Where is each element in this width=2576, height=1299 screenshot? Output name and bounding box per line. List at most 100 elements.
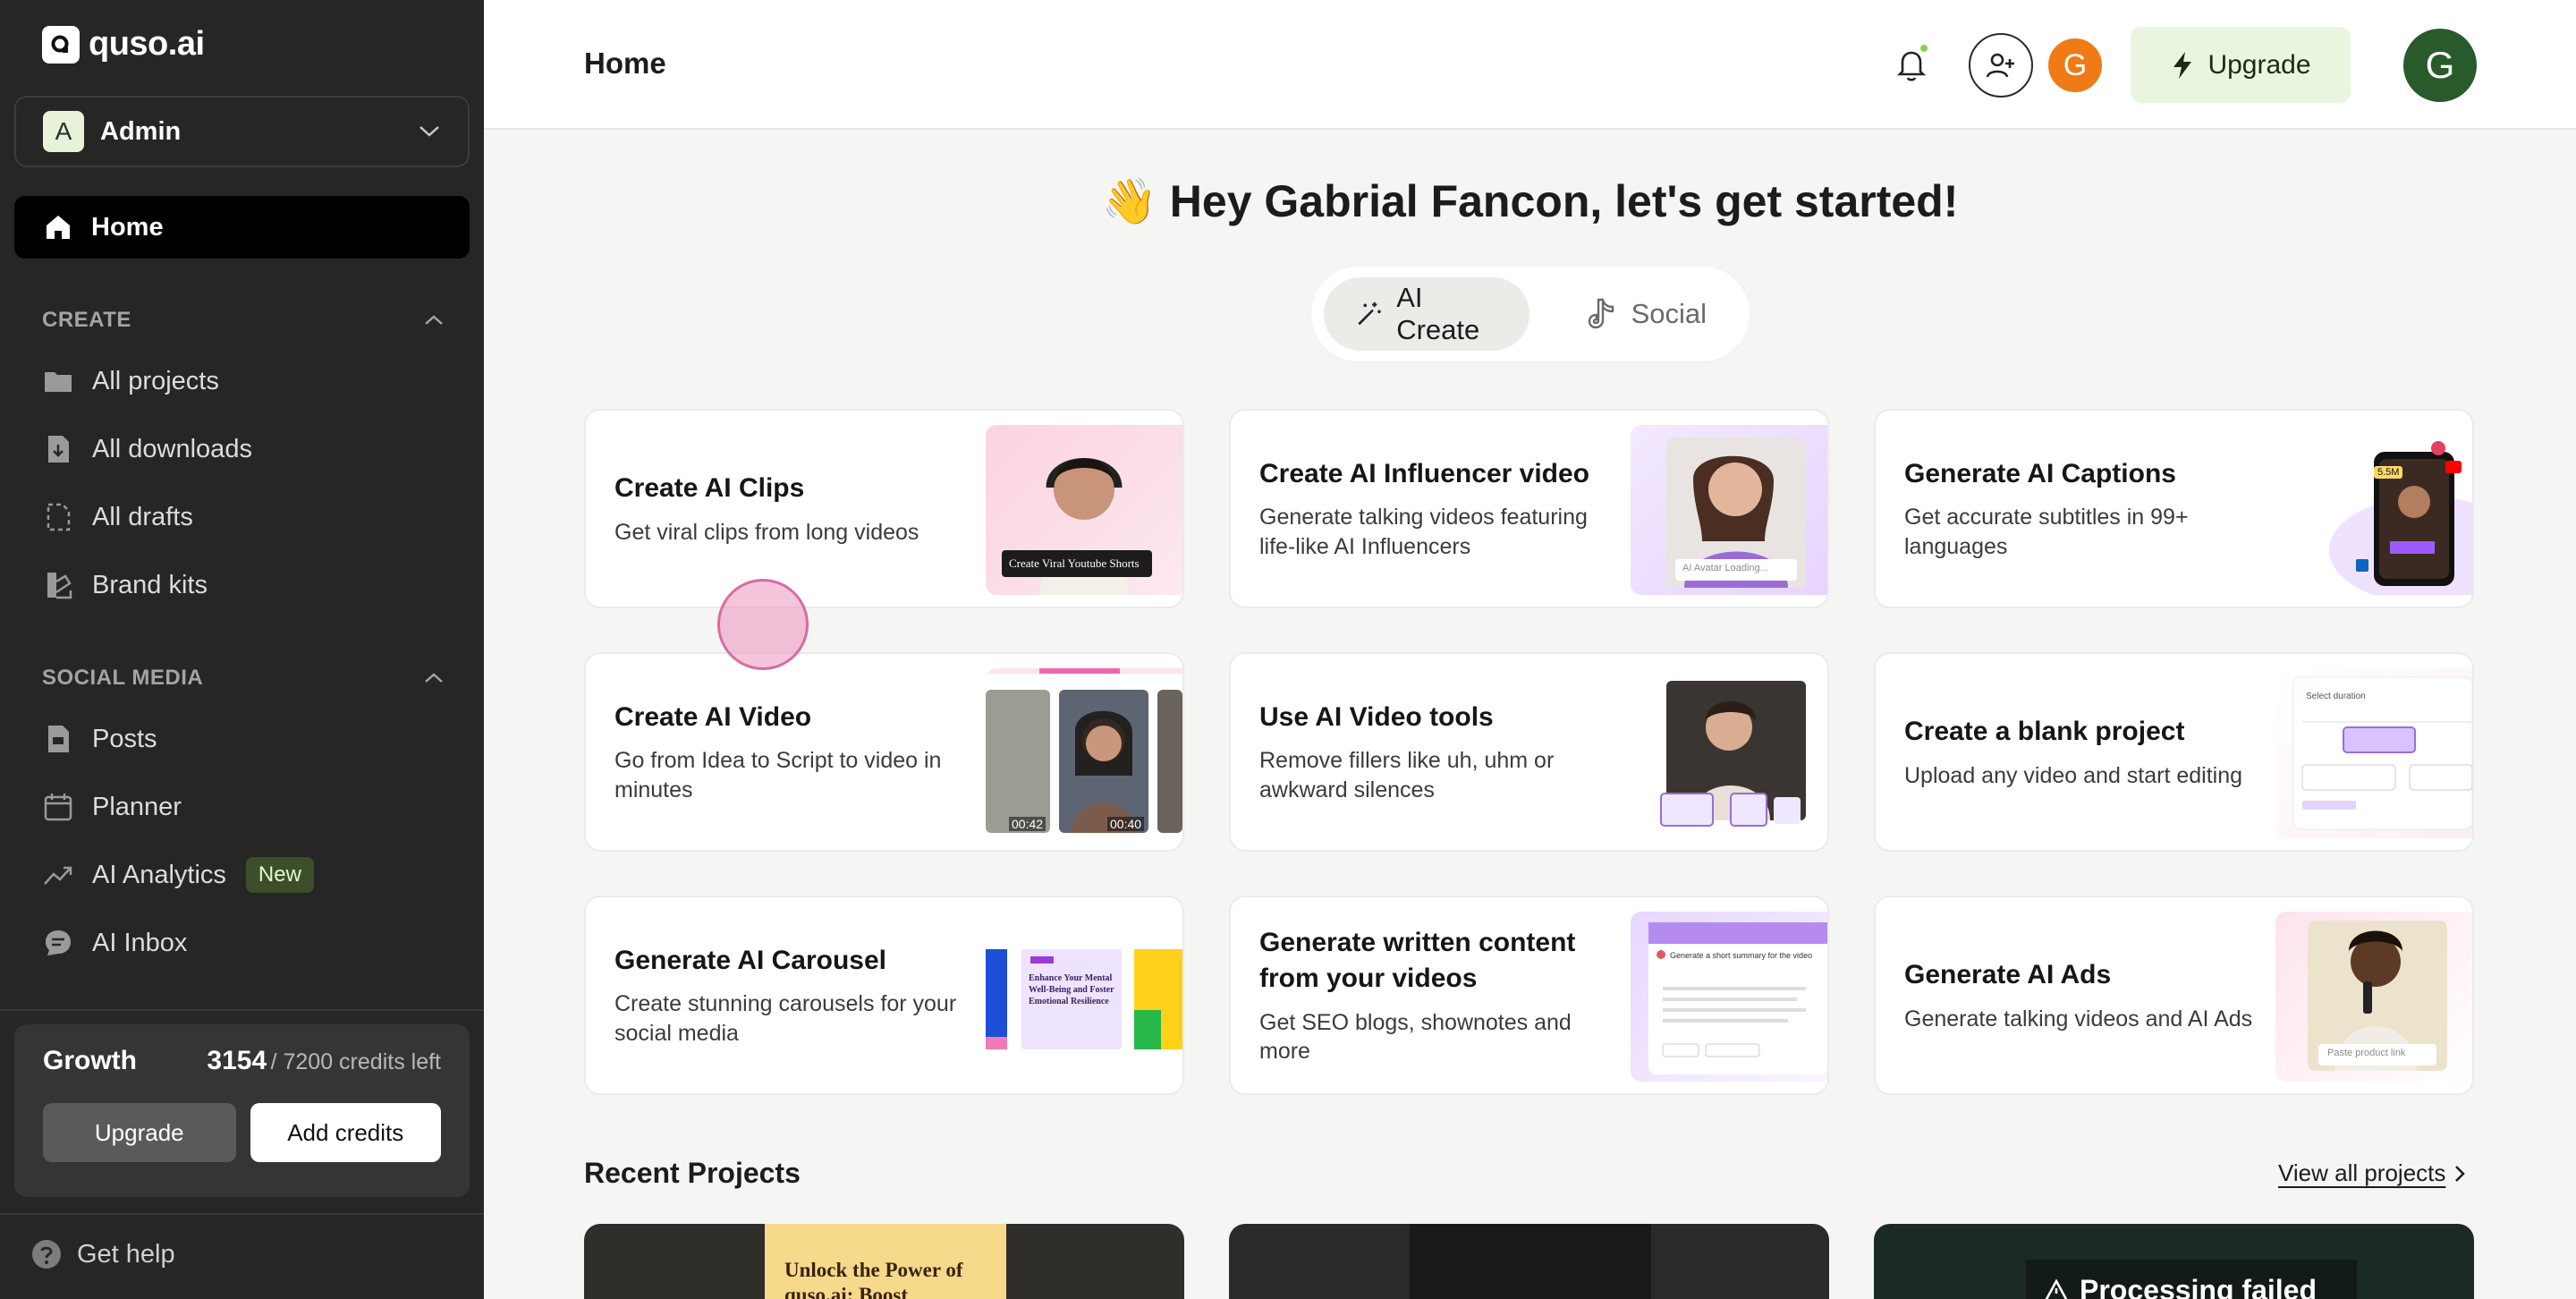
tab-label: AI Create <box>1396 282 1480 345</box>
card-title: Generate written content from your video… <box>1259 927 1576 994</box>
social-section-header[interactable]: SOCIAL MEDIA <box>42 666 445 691</box>
card-thumbnail: Select duration <box>2275 668 2472 838</box>
credits-counter: 3154 / 7200 credits left <box>207 1046 441 1076</box>
sidebar-item-label: Planner <box>92 792 182 821</box>
project-card[interactable] <box>1229 1224 1829 1299</box>
brand-name: quso.ai <box>89 25 205 63</box>
sidebar-item-all-projects[interactable]: All projects <box>42 356 462 406</box>
upgrade-label: Upgrade <box>2207 49 2311 80</box>
add-user-icon <box>1986 53 2014 78</box>
card-create-blank-project[interactable]: Create a blank project Upload any video … <box>1874 652 2474 852</box>
card-thumbnail: Enhance Your Mental Well-Being and Foste… <box>986 912 1182 1082</box>
link-label: View all projects <box>2278 1159 2446 1186</box>
divider <box>0 1213 484 1215</box>
thumbnail-caption: Create Viral Youtube Shorts <box>1009 556 1140 570</box>
card-generate-ai-captions[interactable]: Generate AI Captions Get accurate subtit… <box>1874 409 2474 608</box>
header-upgrade-button[interactable]: Upgrade <box>2131 27 2351 103</box>
new-badge: New <box>245 857 314 893</box>
card-title: Use AI Video tools <box>1259 701 1494 732</box>
tab-social[interactable]: Social <box>1555 277 1737 351</box>
view-all-projects-link[interactable]: View all projects <box>2278 1159 2467 1187</box>
brand-kit-icon <box>47 573 72 599</box>
home-icon <box>47 216 70 239</box>
workspace-switcher[interactable]: A Admin <box>14 96 470 167</box>
sidebar-item-all-drafts[interactable]: All drafts <box>42 492 462 542</box>
card-title: Generate AI Captions <box>1904 458 2176 488</box>
card-description: Generate talking videos and AI Ads <box>1904 1006 2253 1032</box>
card-generate-ai-carousel[interactable]: Generate AI Carousel Create stunning car… <box>584 896 1184 1095</box>
card-description: Go from Idea to Script to video in minut… <box>614 748 942 802</box>
sidebar-item-ai-analytics[interactable]: AI Analytics New <box>42 850 462 900</box>
lightning-icon <box>2174 51 2192 79</box>
card-create-ai-clips[interactable]: Create AI Clips Get viral clips from lon… <box>584 409 1184 608</box>
thumbnail-caption: AI Avatar Loading... <box>1682 563 1768 573</box>
card-thumbnail: Generate a short summary for the video <box>1631 912 1827 1082</box>
workspace-avatar: A <box>43 111 84 152</box>
chevron-down-icon <box>419 126 439 137</box>
card-description: Create stunning carousels for your socia… <box>614 991 957 1046</box>
notifications-button[interactable] <box>1888 41 1935 88</box>
card-use-ai-video-tools[interactable]: Use AI Video tools Remove fillers like u… <box>1229 652 1829 852</box>
project-card[interactable]: Unlock the Power of quso.ai: Boost <box>584 1224 1184 1299</box>
sidebar-item-all-downloads[interactable]: All downloads <box>42 424 462 474</box>
greeting-heading: 👋 Hey Gabrial Fancon, let's get started! <box>1101 176 1959 226</box>
page-title: Home <box>584 47 666 80</box>
video-frames-illustration <box>986 668 1182 833</box>
card-title: Create AI Video <box>614 701 812 732</box>
brand-logo[interactable]: quso.ai <box>42 25 205 64</box>
card-title: Create a blank project <box>1904 717 2185 746</box>
top-bar: Home G Upgrade G <box>484 0 2576 130</box>
invite-user-button[interactable] <box>1969 33 2033 98</box>
chevron-right-icon <box>2455 1165 2466 1182</box>
tab-ai-create[interactable]: AI Create <box>1324 277 1530 351</box>
sidebar-item-home[interactable]: Home <box>14 196 470 259</box>
sidebar: quso.ai A Admin Home CREATE All projects… <box>0 0 484 1299</box>
divider <box>0 1009 484 1011</box>
sidebar-item-brand-kits[interactable]: Brand kits <box>42 560 462 610</box>
card-thumbnail: Paste product link <box>2275 912 2472 1082</box>
card-generate-written-content[interactable]: Generate written content from your video… <box>1229 896 1829 1095</box>
card-thumbnail: Create Viral Youtube Shorts <box>986 425 1182 595</box>
project-caption: Unlock the Power of quso.ai: Boost <box>784 1259 963 1299</box>
sidebar-item-label: AI Inbox <box>92 928 188 957</box>
card-create-ai-video[interactable]: Create AI Video Go from Idea to Script t… <box>584 652 1184 852</box>
sidebar-upgrade-button[interactable]: Upgrade <box>43 1103 236 1162</box>
credits-panel: Growth 3154 / 7200 credits left Upgrade … <box>14 1024 470 1197</box>
sidebar-item-label: All downloads <box>92 434 252 463</box>
sidebar-item-ai-inbox[interactable]: AI Inbox <box>42 918 462 968</box>
card-title: Generate AI Carousel <box>614 945 886 975</box>
download-file-icon <box>48 436 69 463</box>
create-section-header[interactable]: CREATE <box>42 308 445 333</box>
thumbnail-caption: 5.5M <box>2374 466 2403 479</box>
warning-icon <box>2045 1278 2068 1299</box>
sidebar-item-posts[interactable]: Posts <box>42 714 462 764</box>
tiktok-icon <box>1588 298 1614 329</box>
quso-logo-icon <box>42 25 80 64</box>
help-icon <box>32 1240 61 1269</box>
card-create-ai-influencer[interactable]: Create AI Influencer video Generate talk… <box>1229 409 1829 608</box>
card-generate-ai-ads[interactable]: Generate AI Ads Generate talking videos … <box>1874 896 2474 1095</box>
captions-phone-illustration <box>2329 441 2472 595</box>
thumbnail-caption: Generate a short summary for the video <box>1670 951 1813 960</box>
user-avatar[interactable]: G <box>2403 29 2477 102</box>
draft-icon <box>47 503 71 531</box>
chat-icon <box>46 930 71 955</box>
workspace-name: Admin <box>100 116 182 146</box>
plan-name: Growth <box>43 1046 137 1075</box>
folder-icon <box>45 372 72 392</box>
sidebar-item-planner[interactable]: Planner <box>42 782 462 832</box>
get-help-link[interactable]: Get help <box>30 1238 175 1270</box>
duration-selector-illustration <box>2292 676 2472 830</box>
card-description: Upload any video and start editing <box>1904 762 2243 788</box>
project-card[interactable]: Processing failed <box>1874 1224 2474 1299</box>
card-thumbnail: AI Avatar Loading... <box>1631 425 1827 595</box>
tab-label: Social <box>1631 298 1707 329</box>
section-title: SOCIAL MEDIA <box>42 666 204 690</box>
trend-icon <box>44 866 72 885</box>
add-credits-button[interactable]: Add credits <box>250 1103 441 1162</box>
card-title: Create AI Clips <box>614 473 805 503</box>
calendar-icon <box>44 794 72 821</box>
collaborator-avatar[interactable]: G <box>2046 36 2105 95</box>
card-thumbnail <box>1631 668 1827 838</box>
thumbnail-caption: Paste product link <box>2327 1048 2406 1058</box>
